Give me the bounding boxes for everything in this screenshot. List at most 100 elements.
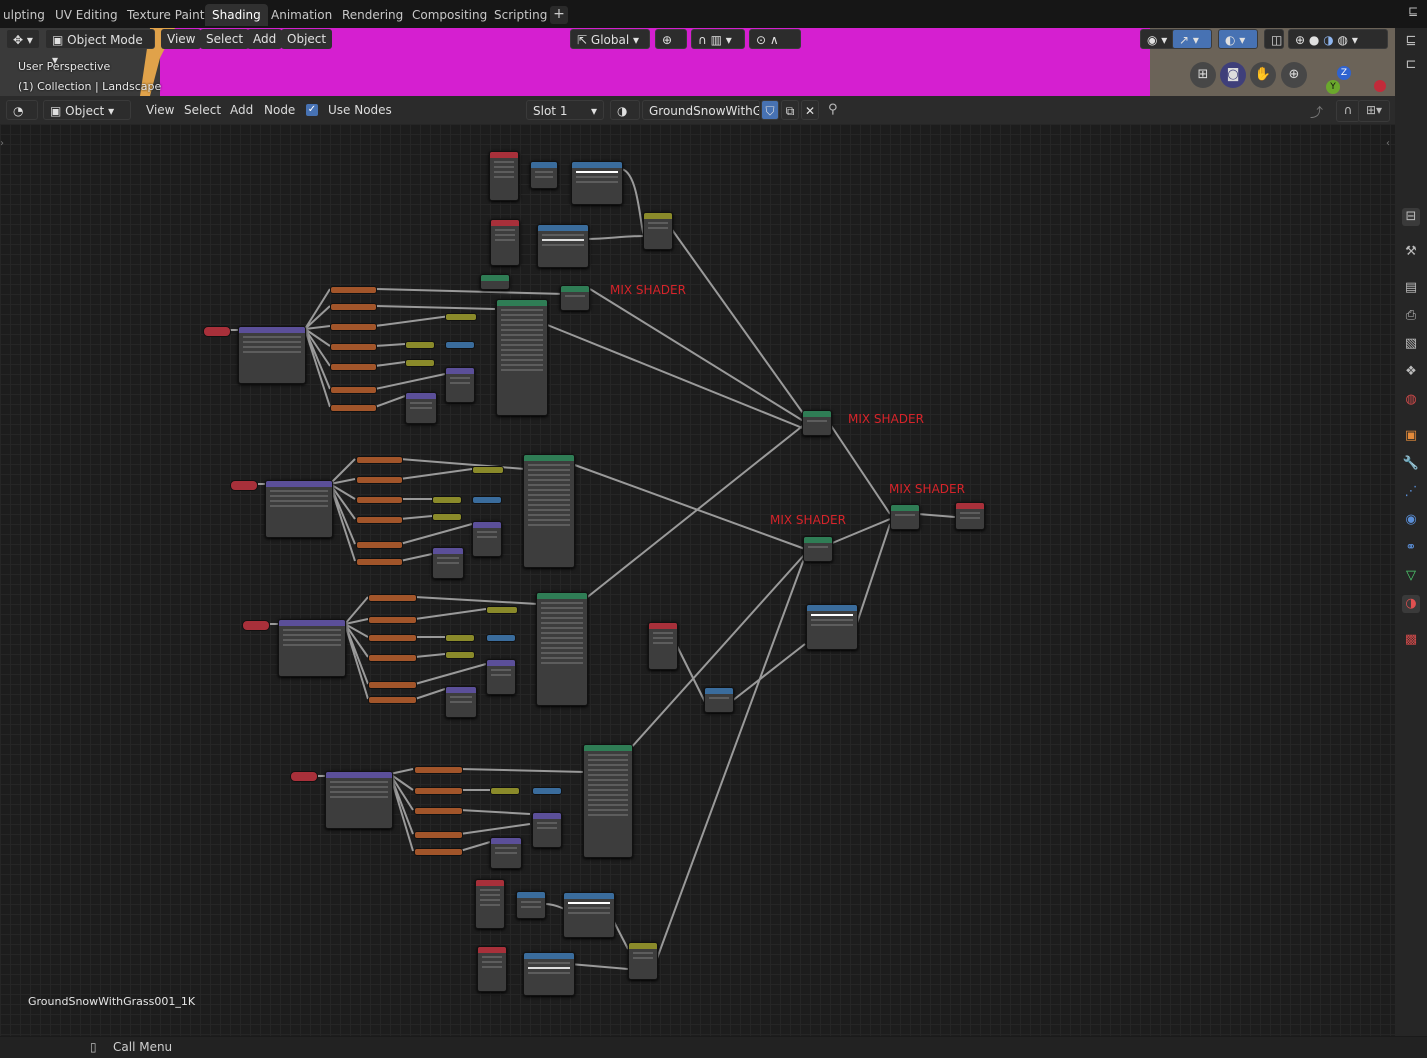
color-ramp-node[interactable]	[523, 952, 575, 996]
node-menu-node[interactable]: Node	[260, 101, 299, 119]
principled-bsdf-node[interactable]	[536, 592, 588, 706]
image-texture-node[interactable]	[368, 654, 417, 662]
mapping-node[interactable]	[238, 326, 306, 384]
image-texture-node[interactable]	[330, 303, 377, 311]
normal-map-node[interactable]	[472, 521, 502, 557]
texture-coordinate-node[interactable]	[475, 879, 505, 929]
texcoord-pill[interactable]	[290, 771, 318, 782]
normal-map-node[interactable]	[486, 659, 516, 695]
gamma-node[interactable]	[486, 606, 518, 614]
snap-element-dropdown[interactable]: ⊞▾	[1358, 100, 1390, 122]
gizmo-toggle[interactable]: ↗ ▾	[1172, 29, 1212, 49]
shield-icon[interactable]: ⛉	[761, 100, 779, 120]
browse-material-button[interactable]: ◑ ▾	[610, 100, 640, 138]
displacement-node[interactable]	[405, 392, 437, 424]
properties-editor-icon[interactable]: ⊟	[1402, 208, 1420, 226]
color-ramp-pill[interactable]	[472, 496, 502, 504]
node-editor-canvas[interactable]: MIX SHADER MIX SHADER MIX SHADER MIX SHA…	[0, 124, 1395, 1036]
image-texture-node[interactable]	[356, 476, 403, 484]
tab-animation[interactable]: Animation	[264, 4, 339, 26]
rendered-shading-icon[interactable]: ◍	[1338, 33, 1348, 47]
node-menu-add[interactable]: Add	[226, 101, 257, 119]
mode-dropdown[interactable]: ▣ Object Mode ▾	[45, 29, 155, 67]
image-texture-node[interactable]	[368, 681, 417, 689]
displacement-node[interactable]	[490, 837, 522, 869]
principled-bsdf-node[interactable]	[583, 744, 633, 858]
texture-properties-icon[interactable]: ▩	[1402, 631, 1420, 649]
mapping-node[interactable]	[516, 891, 546, 919]
mix-shader-node[interactable]	[890, 504, 920, 530]
math-node[interactable]	[643, 212, 673, 250]
image-texture-node[interactable]	[356, 496, 403, 504]
parent-node-tree-icon[interactable]: ⤴	[1310, 102, 1323, 121]
mapping-node[interactable]	[704, 687, 734, 713]
invert-node[interactable]	[445, 634, 475, 642]
right-sidebar-arrow-icon[interactable]: ‹	[1386, 138, 1390, 149]
zoom-icon[interactable]: ⊕	[1281, 62, 1307, 88]
snap-node-icon[interactable]: ∩	[1336, 100, 1360, 122]
editor-type-button[interactable]: ✥ ▾	[6, 29, 40, 49]
gamma-node[interactable]	[472, 466, 504, 474]
image-texture-node[interactable]	[356, 541, 403, 549]
mapping-node[interactable]	[278, 619, 346, 677]
left-toolbar-arrow-icon[interactable]: ›	[0, 138, 4, 149]
image-texture-node[interactable]	[414, 807, 463, 815]
image-texture-node[interactable]	[368, 616, 417, 624]
overlays-toggle[interactable]: ◐ ▾	[1218, 29, 1258, 49]
image-texture-node[interactable]	[368, 696, 417, 704]
node-menu-select[interactable]: Select	[180, 101, 225, 119]
material-output-node[interactable]	[955, 502, 985, 530]
mapping-node[interactable]	[325, 771, 393, 829]
object-properties-icon[interactable]: ▣	[1402, 427, 1420, 445]
add-workspace-button[interactable]: +	[550, 6, 568, 24]
image-texture-node[interactable]	[330, 404, 377, 412]
pivot-dropdown[interactable]: ⊕	[655, 29, 687, 49]
normal-map-node[interactable]	[532, 812, 562, 848]
geometry-node[interactable]	[490, 219, 520, 266]
tab-scripting[interactable]: Scripting	[487, 4, 554, 26]
tool-settings-icon[interactable]: ⚒	[1402, 243, 1420, 261]
viewport-menu-select[interactable]: Select	[200, 29, 250, 49]
invert-node[interactable]	[432, 496, 462, 504]
gamma-node[interactable]	[405, 359, 435, 367]
material-name-field[interactable]: GroundSnowWithGr...	[642, 100, 760, 120]
mix-shader-node[interactable]	[802, 410, 832, 436]
image-texture-node[interactable]	[414, 831, 463, 839]
scene-icon[interactable]: ⊑	[1408, 4, 1424, 22]
camera-view-icon[interactable]: ◙	[1220, 62, 1246, 88]
physics-icon[interactable]: ◉	[1402, 511, 1420, 529]
mapping-node[interactable]	[530, 161, 558, 189]
displacement-node[interactable]	[445, 686, 477, 718]
tab-texture-paint[interactable]: Texture Paint	[120, 4, 211, 26]
mix-shader-node[interactable]	[560, 285, 590, 311]
3d-viewport[interactable]: ✥ ▾ ▣ Object Mode ▾ View Select Add Obje…	[0, 28, 1395, 96]
output-properties-icon[interactable]: ⎙	[1402, 307, 1420, 325]
color-ramp-pill[interactable]	[486, 634, 516, 642]
normal-map-node[interactable]	[445, 367, 475, 403]
texcoord-pill[interactable]	[242, 620, 270, 631]
color-ramp-node[interactable]	[563, 892, 615, 938]
modifier-properties-icon[interactable]: 🔧	[1402, 455, 1420, 473]
gamma-node[interactable]	[432, 513, 462, 521]
use-nodes-checkbox[interactable]: ✓	[306, 104, 318, 116]
axis-y-label[interactable]: Y	[1326, 80, 1340, 94]
pin-icon[interactable]: ⚲	[828, 102, 838, 117]
principled-bsdf-node[interactable]	[523, 454, 575, 568]
image-texture-node[interactable]	[330, 343, 377, 351]
color-ramp-pill[interactable]	[445, 341, 475, 349]
toggle-camera-grid-icon[interactable]: ⊞	[1190, 62, 1216, 88]
world-properties-icon[interactable]: ◍	[1402, 391, 1420, 409]
image-texture-node[interactable]	[368, 594, 417, 602]
wireframe-shading-icon[interactable]: ⊕	[1295, 33, 1305, 47]
value-node[interactable]	[480, 274, 510, 290]
axis-x-dot[interactable]	[1374, 80, 1386, 92]
shading-mode-buttons[interactable]: ⊕ ● ◑ ◍ ▾	[1288, 29, 1388, 49]
invert-node[interactable]	[405, 341, 435, 349]
principled-bsdf-node[interactable]	[496, 299, 548, 416]
tab-shading[interactable]: Shading	[205, 4, 268, 26]
mix-shader-node[interactable]	[803, 536, 833, 562]
image-texture-node[interactable]	[330, 286, 377, 294]
texture-coordinate-node[interactable]	[489, 151, 519, 201]
transform-orientation-dropdown[interactable]: ⇱ Global ▾	[570, 29, 650, 49]
render-properties-icon[interactable]: ▤	[1402, 279, 1420, 297]
